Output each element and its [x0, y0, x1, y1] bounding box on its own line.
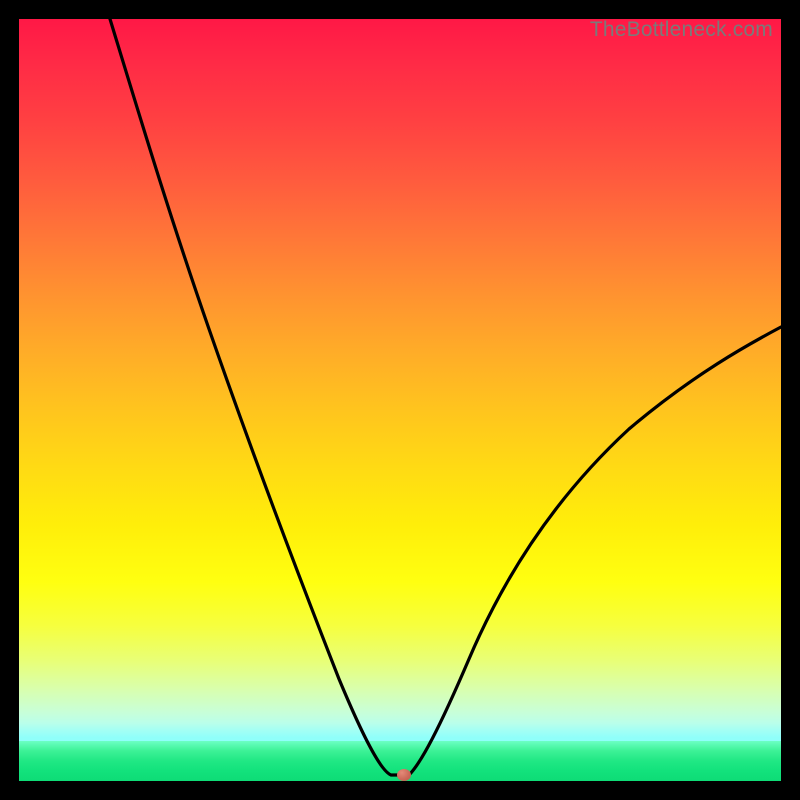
chart-frame: TheBottleneck.com [19, 19, 781, 781]
watermark-text: TheBottleneck.com [590, 18, 773, 42]
current-config-marker [397, 769, 411, 781]
bottleneck-curve [19, 19, 781, 781]
bottleneck-curve-path [110, 19, 781, 775]
